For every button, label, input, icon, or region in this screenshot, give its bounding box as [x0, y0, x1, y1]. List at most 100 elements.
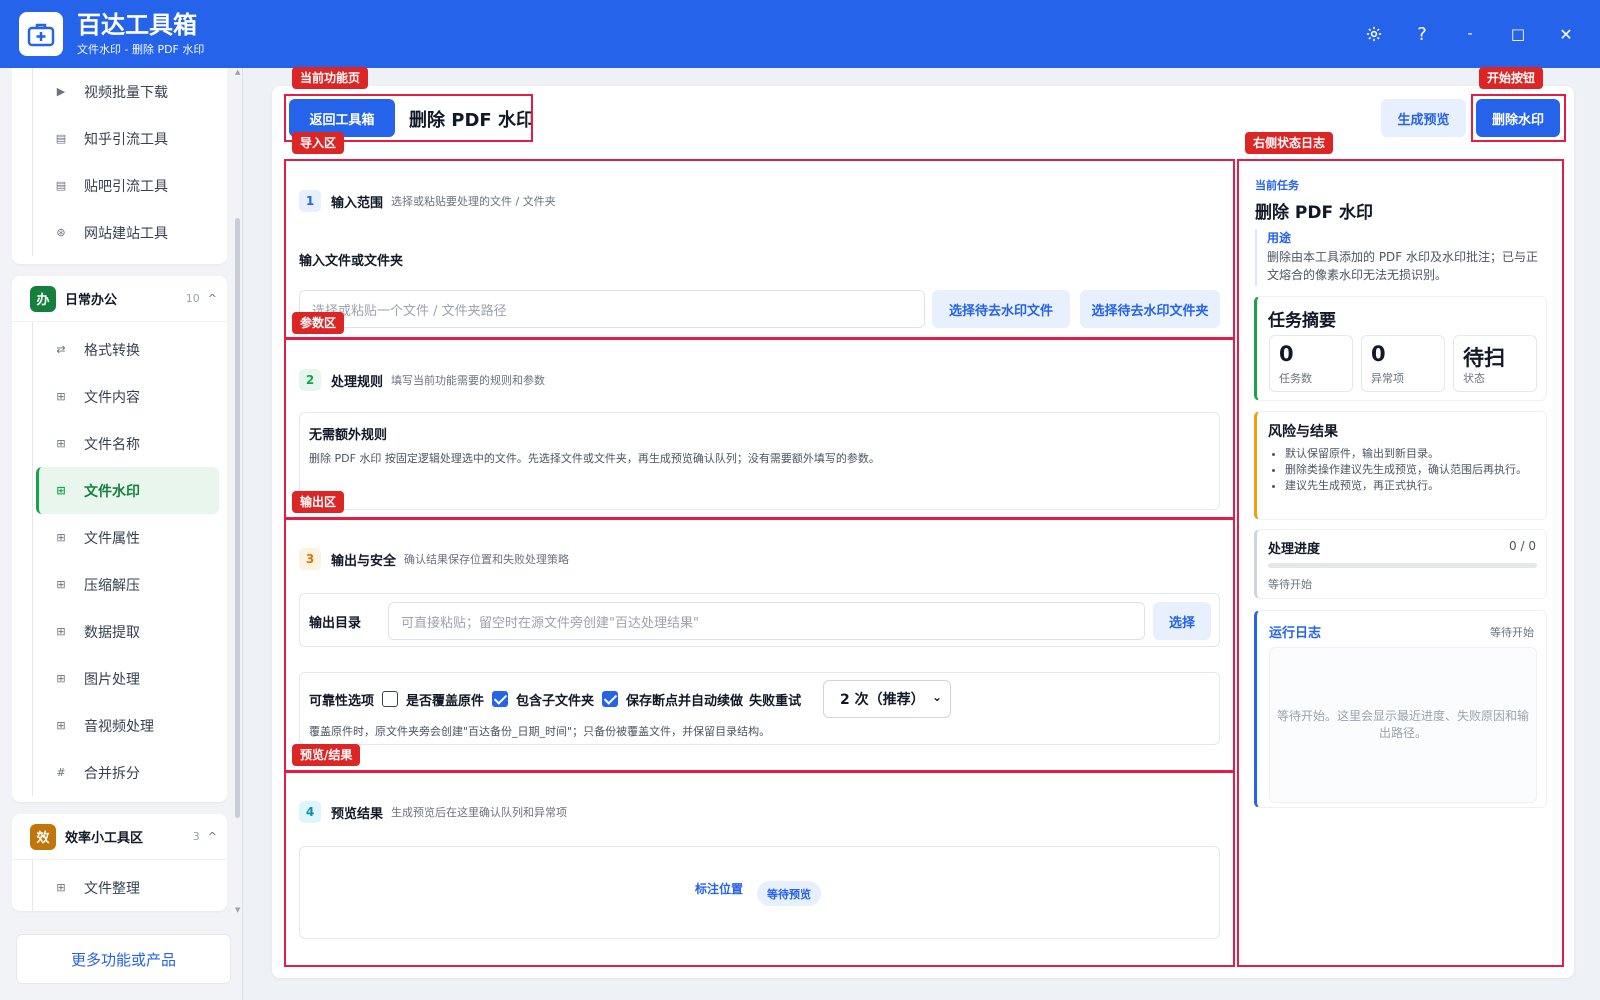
group-header-office[interactable]: 办 日常办公 10 ^ [12, 276, 227, 322]
sidebar-item-format-convert[interactable]: ⇄ 格式转换 [36, 326, 219, 373]
sidebar-group-office: 办 日常办公 10 ^ ⇄ 格式转换 ⊞ 文件内容 ⊞ 文件名称 ⊞ 文件水印 ⊞ 文件属… [12, 276, 227, 802]
subfolders-checkbox[interactable] [492, 691, 509, 707]
log-output-area[interactable]: 等待开始。这里会显示最近进度、失败原因和输出路径。 [1269, 647, 1537, 803]
risk-title: 风险与结果 [1268, 424, 1338, 440]
overwrite-checkbox[interactable] [382, 691, 399, 707]
scroll-down-icon[interactable]: ▼ [235, 906, 240, 914]
sidebar-item-file-watermark[interactable]: ⊞ 文件水印 [36, 467, 219, 514]
reliability-label: 可靠性选项 [309, 693, 375, 709]
select-files-button[interactable]: 选择待去水印文件 [932, 290, 1070, 328]
help-button[interactable]: ? [1398, 14, 1446, 54]
risk-list: 默认保留原件，输出到新目录。 删除类操作建议先生成预览，确认范围后再执行。 建议… [1285, 446, 1537, 494]
sidebar-item-tieba[interactable]: ▤ 贴吧引流工具 [36, 162, 219, 209]
subfolders-label[interactable]: 包含子文件夹 [516, 690, 594, 709]
sidebar-scroll-area[interactable]: ▶ 视频批量下载 ▤ 知乎引流工具 ▤ 贴吧引流工具 ⊛ 网站建站工具 办 日常办公 1… [12, 68, 227, 934]
preview-result-area: 标注位置 等待预览 [299, 846, 1220, 939]
stat-task-count: 0 任务数 [1269, 335, 1353, 392]
annotation-preview: 预览/结果 [292, 744, 361, 766]
step-number: 4 [299, 801, 321, 823]
generate-preview-button[interactable]: 生成预览 [1381, 99, 1466, 137]
section-desc: 生成预览后在这里确认队列和异常项 [391, 806, 568, 819]
rules-card-text: 删除 PDF 水印 按固定逻辑处理选中的文件。先选择文件或文件夹，再生成预览确认… [309, 452, 880, 465]
stat-label: 异常项 [1371, 372, 1404, 385]
run-log-card: 运行日志 等待开始 等待开始。这里会显示最近进度、失败原因和输出路径。 [1254, 610, 1547, 808]
grid-icon: ⊞ [56, 484, 66, 497]
sidebar-item-compress[interactable]: ⊞ 压缩解压 [36, 561, 219, 608]
input-path-field[interactable]: 选择或粘贴一个文件 / 文件夹路径 [299, 290, 925, 328]
stat-value: 0 [1371, 342, 1386, 366]
stat-value: 待扫 [1463, 346, 1505, 370]
overwrite-note: 覆盖原件时，原文件夹旁会创建"百达备份_日期_时间"；只备份被覆盖文件，并保留目… [309, 725, 771, 738]
group-count: 10 [185, 292, 200, 305]
group-header-efficiency[interactable]: 效 效率小工具区 3 ^ [12, 814, 227, 860]
more-products-button[interactable]: 更多功能或产品 [16, 934, 231, 984]
sidebar-item-audio-video[interactable]: ⊞ 音视频处理 [36, 702, 219, 749]
step-number: 1 [299, 190, 321, 212]
chevron-up-icon: ^ [207, 830, 217, 843]
sidebar-item-data-extract[interactable]: ⊞ 数据提取 [36, 608, 219, 655]
sidebar-item-website[interactable]: ⊛ 网站建站工具 [36, 209, 219, 256]
retry-label: 失败重试 [749, 693, 802, 709]
sidebar-item-file-content[interactable]: ⊞ 文件内容 [36, 373, 219, 420]
rules-card: 无需额外规则 删除 PDF 水印 按固定逻辑处理选中的文件。先选择文件或文件夹，… [299, 412, 1220, 510]
usage-block: 用途 删除由本工具添加的 PDF 水印及水印批注；已与正文熔合的像素水印无法无损… [1255, 229, 1547, 286]
gear-icon [1366, 26, 1382, 42]
resume-label[interactable]: 保存断点并自动续做 [626, 690, 743, 709]
annotation-start-button: 开始按钮 [1479, 67, 1544, 89]
group-badge: 办 [30, 285, 56, 312]
sidebar-item-file-name[interactable]: ⊞ 文件名称 [36, 420, 219, 467]
sidebar-group-previous: ▶ 视频批量下载 ▤ 知乎引流工具 ▤ 贴吧引流工具 ⊛ 网站建站工具 [12, 68, 227, 264]
mark-position-link[interactable]: 标注位置 [695, 880, 743, 897]
sidebar-scrollbar[interactable]: ▲ ▼ [235, 68, 241, 928]
sidebar-item-video-download[interactable]: ▶ 视频批量下载 [36, 68, 219, 115]
log-placeholder: 等待开始。这里会显示最近进度、失败原因和输出路径。 [1276, 709, 1529, 740]
video-icon: ▶ [56, 85, 66, 98]
remove-watermark-button[interactable]: 删除水印 [1476, 99, 1560, 137]
usage-text: 删除由本工具添加的 PDF 水印及水印批注；已与正文熔合的像素水印无法无损识别。 [1267, 250, 1539, 282]
risk-result-card: 风险与结果 默认保留原件，输出到新目录。 删除类操作建议先生成预览，确认范围后再… [1254, 411, 1547, 520]
retry-select[interactable]: 2 次（推荐） ⌄ [823, 680, 951, 718]
scroll-up-icon[interactable]: ▲ [235, 68, 240, 76]
stat-label: 状态 [1463, 372, 1485, 385]
close-button[interactable]: ✕ [1542, 14, 1590, 54]
sidebar-item-zhihu[interactable]: ▤ 知乎引流工具 [36, 115, 219, 162]
retry-select-value: 2 次（推荐） [840, 692, 925, 708]
minimize-button[interactable]: - [1446, 14, 1494, 54]
section-desc: 填写当前功能需要的规则和参数 [391, 374, 546, 387]
grid-icon: ⊞ [56, 719, 66, 732]
scrollbar-thumb[interactable] [235, 218, 240, 818]
choose-output-button[interactable]: 选择 [1153, 602, 1211, 640]
sidebar-item-image[interactable]: ⊞ 图片处理 [36, 655, 219, 702]
progress-bar [1268, 563, 1537, 568]
overwrite-label[interactable]: 是否覆盖原件 [406, 690, 484, 709]
title-bar: 百达工具箱 文件水印 - 删除 PDF 水印 ? - □ ✕ [0, 0, 1600, 68]
settings-button[interactable] [1350, 14, 1398, 54]
step-number: 2 [299, 369, 321, 391]
group-badge: 效 [30, 823, 56, 850]
maximize-button[interactable]: □ [1494, 14, 1542, 54]
sidebar-item-file-attributes[interactable]: ⊞ 文件属性 [36, 514, 219, 561]
risk-item: 删除类操作建议先生成预览，确认范围后再执行。 [1285, 462, 1537, 478]
grid-icon: ⊞ [56, 531, 66, 544]
current-task-label: 当前任务 [1255, 179, 1299, 192]
section-desc: 确认结果保存位置和失败处理策略 [404, 553, 570, 566]
progress-card: 处理进度 0 / 0 等待开始 [1254, 529, 1547, 599]
group-count: 3 [192, 830, 200, 843]
output-dir-input[interactable]: 可直接粘贴；留空时在源文件旁创建"百达处理结果" [388, 602, 1145, 640]
annotation-params: 参数区 [292, 312, 345, 334]
app-subtitle: 文件水印 - 删除 PDF 水印 [77, 43, 205, 56]
select-folder-button[interactable]: 选择待去水印文件夹 [1080, 290, 1220, 328]
grid-icon: ⊞ [56, 578, 66, 591]
input-field-label: 输入文件或文件夹 [299, 254, 404, 269]
output-dir-label: 输出目录 [309, 616, 362, 631]
section-desc: 选择或粘贴要处理的文件 / 文件夹 [391, 195, 556, 208]
annotation-current-page: 当前功能页 [292, 67, 369, 89]
resume-checkbox[interactable] [602, 691, 619, 707]
task-summary-card: 任务摘要 0 任务数 0 异常项 待扫 状态 [1254, 296, 1547, 401]
progress-title: 处理进度 [1268, 542, 1321, 557]
section-title: 输入范围 [331, 195, 384, 211]
progress-status: 等待开始 [1268, 578, 1312, 591]
sidebar-item-merge-split[interactable]: # 合并拆分 [36, 749, 219, 796]
sidebar-item-file-organize[interactable]: ⊞ 文件整理 [36, 864, 219, 911]
stat-status: 待扫 状态 [1453, 335, 1537, 392]
